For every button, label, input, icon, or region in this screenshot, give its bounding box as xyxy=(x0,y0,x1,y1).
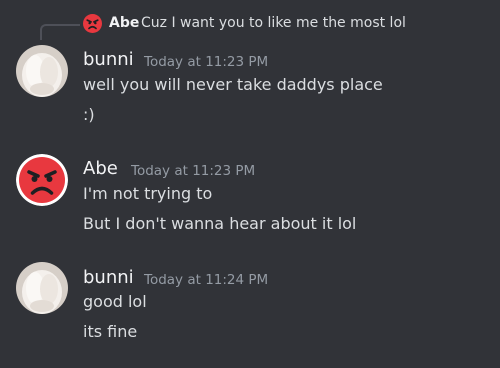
reply-connector xyxy=(40,24,80,40)
chat-messages: Abe Cuz I want you to like me the most l… xyxy=(0,0,500,368)
avatar-bunni[interactable] xyxy=(16,262,68,314)
message-text: good lol xyxy=(83,292,147,311)
reply-preview-text[interactable]: Cuz I want you to like me the most lol xyxy=(141,14,406,33)
message-author[interactable]: bunni xyxy=(83,266,134,290)
reply-author[interactable]: Abe xyxy=(109,14,139,33)
message-text: well you will never take daddys place xyxy=(83,75,383,94)
message-author[interactable]: bunni xyxy=(83,48,134,72)
message-timestamp: Today at 11:24 PM xyxy=(144,272,269,288)
message-timestamp: Today at 11:23 PM xyxy=(131,163,256,179)
message-timestamp: Today at 11:23 PM xyxy=(144,54,269,70)
message-author[interactable]: Abe xyxy=(83,157,118,181)
reply-avatar-angry-face-icon[interactable] xyxy=(83,14,102,33)
message-text: I'm not trying to xyxy=(83,184,213,203)
avatar-abe-angry-face-icon[interactable] xyxy=(16,154,68,206)
message-text: its fine xyxy=(83,322,138,341)
avatar-bunni[interactable] xyxy=(16,45,68,97)
message-text: :) xyxy=(83,105,95,124)
message-text: But I don't wanna hear about it lol xyxy=(83,214,357,233)
